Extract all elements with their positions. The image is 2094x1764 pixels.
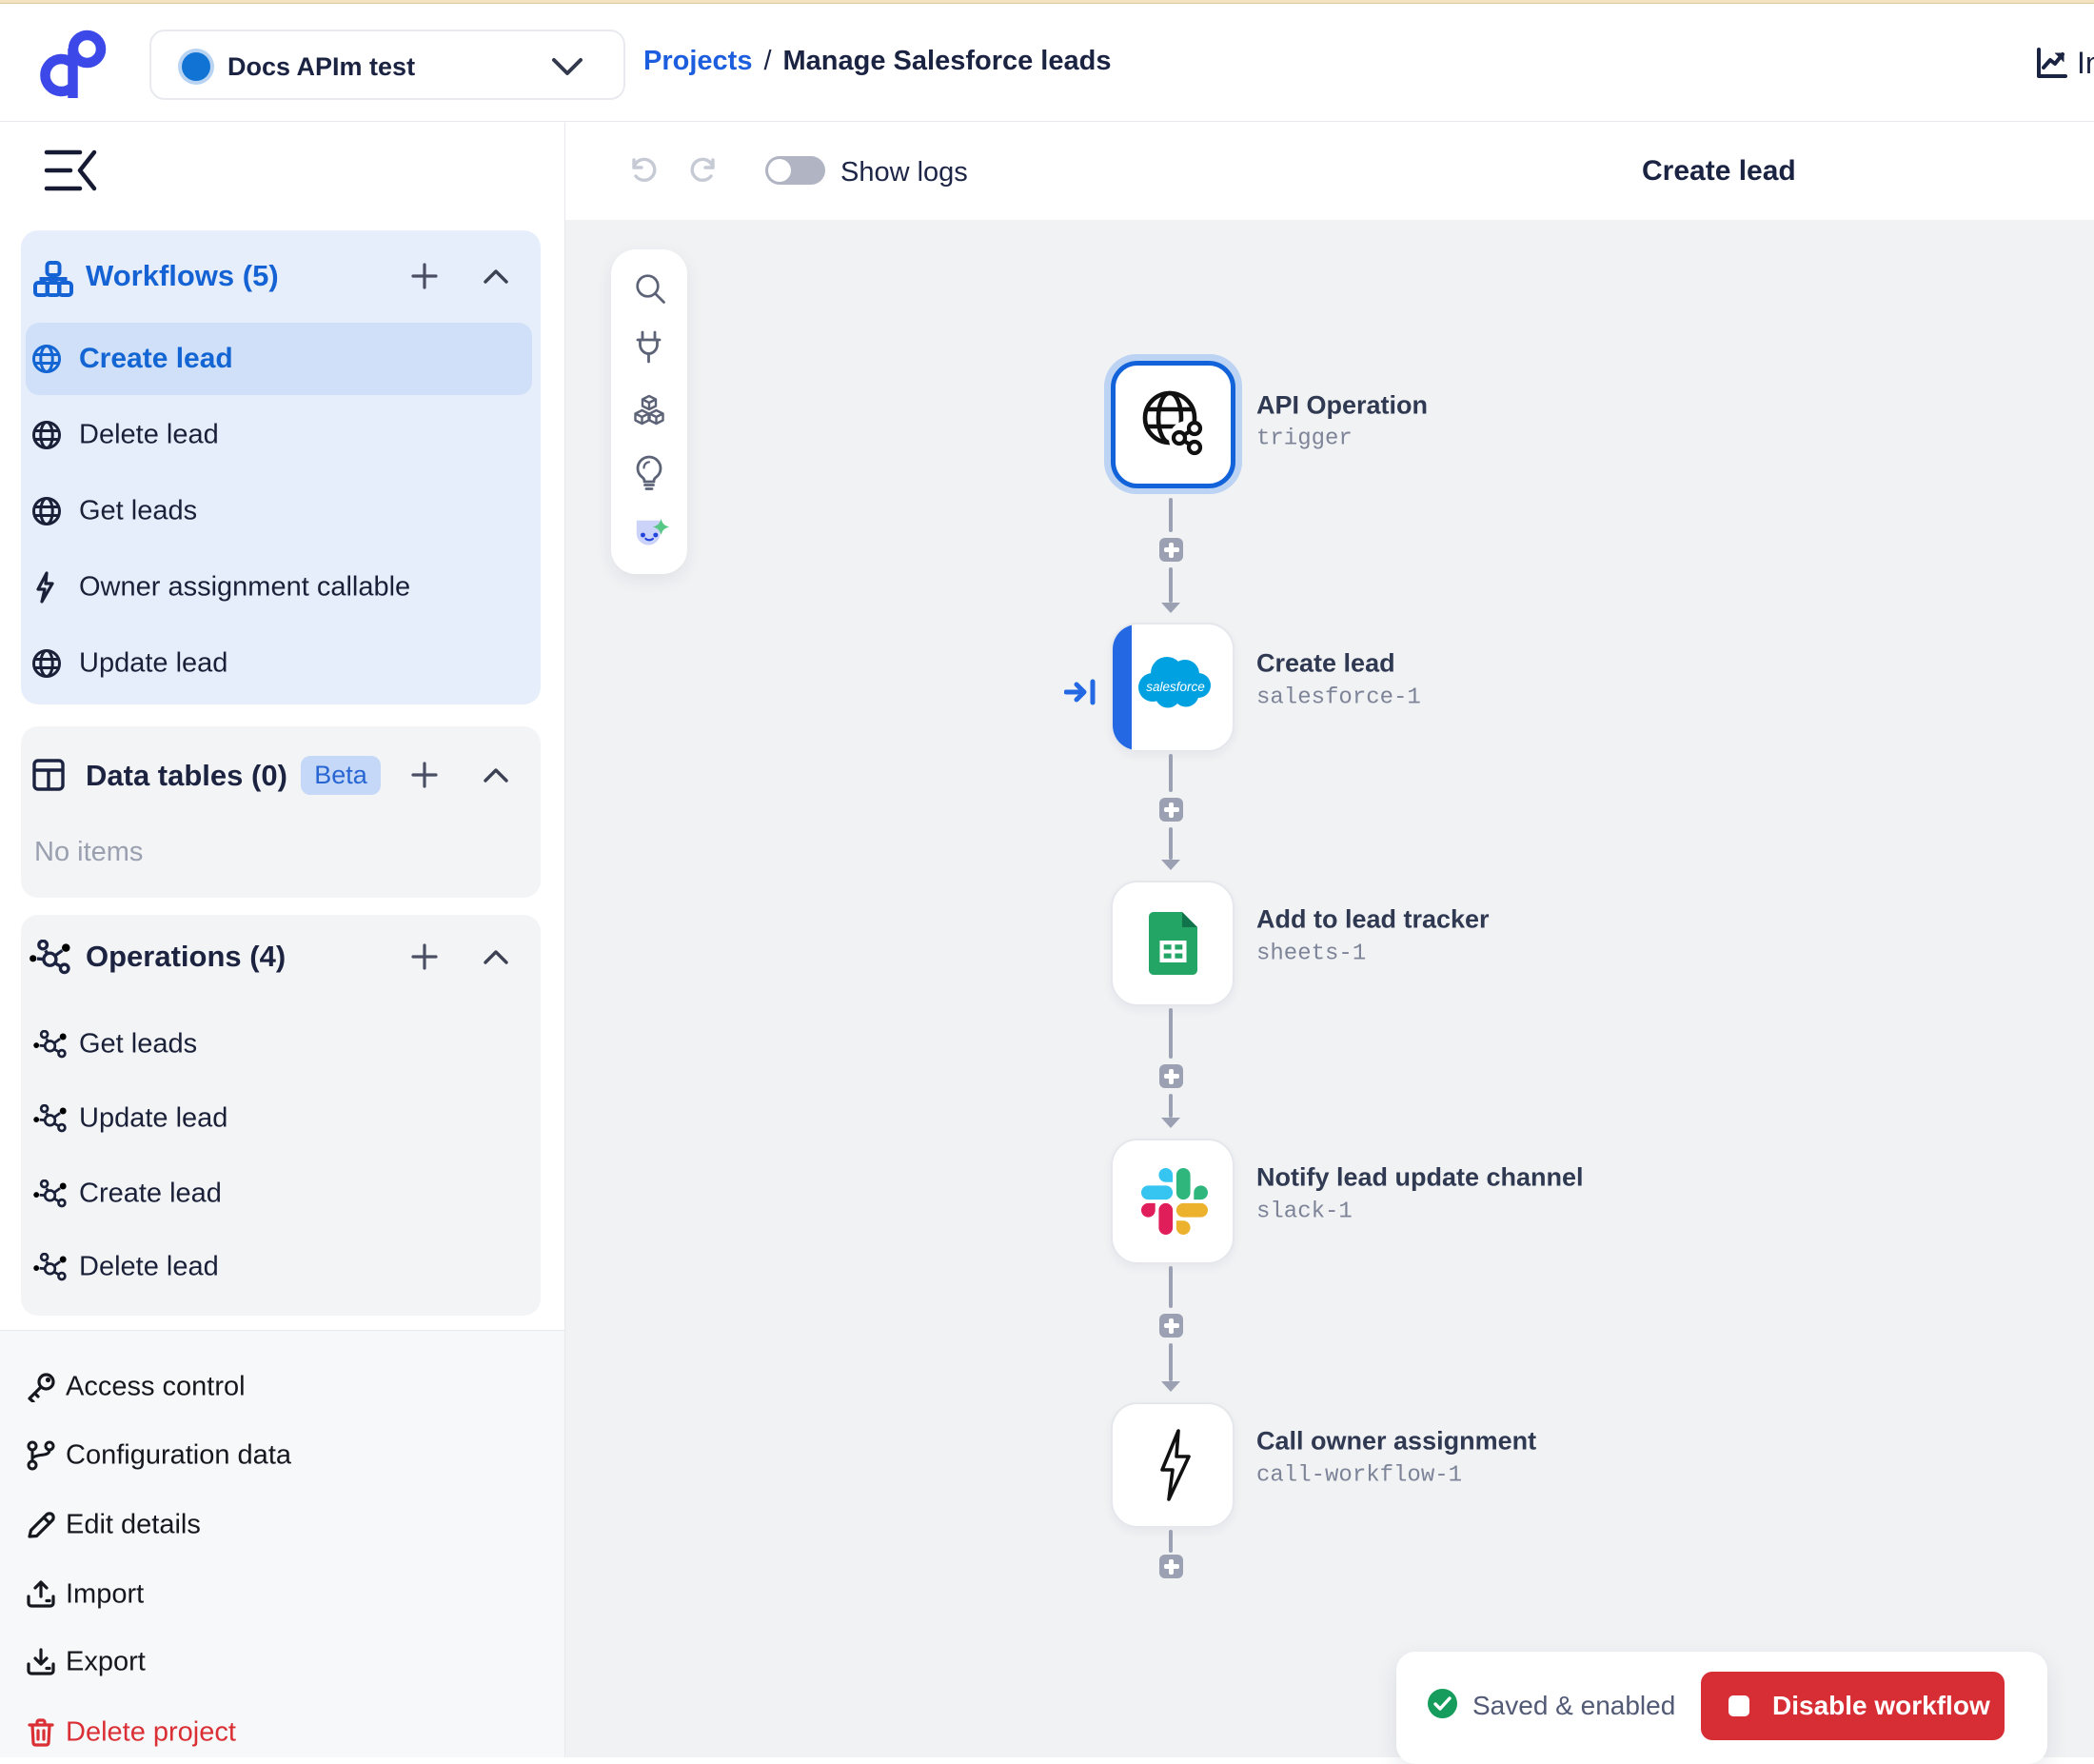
svg-text:salesforce: salesforce: [1146, 680, 1205, 694]
